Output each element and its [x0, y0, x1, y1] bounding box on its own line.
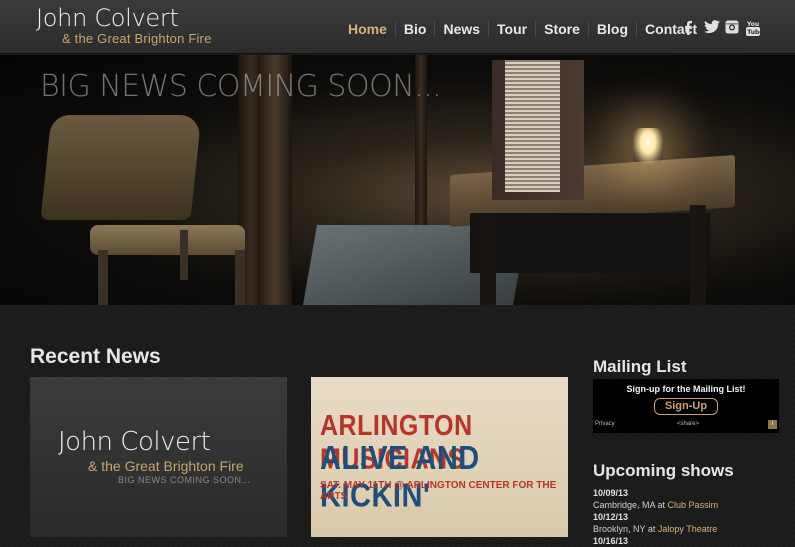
news-card-tag: BIG NEWS COMING SOON...	[118, 475, 251, 485]
hero-chair-seat	[90, 225, 245, 255]
news-card-subtitle: & the Great Brighton Fire	[88, 458, 244, 474]
facebook-icon[interactable]	[683, 20, 699, 36]
hero-table-leg	[480, 215, 496, 305]
nav-item-tour[interactable]: Tour	[489, 21, 537, 37]
recent-news-title: Recent News	[30, 345, 161, 368]
site-logo-subtitle[interactable]: & the Great Brighton Fire	[62, 31, 212, 46]
hero-chair-back	[40, 115, 202, 220]
nav-item-news[interactable]: News	[435, 21, 490, 37]
mailing-list-widget: Sign-up for the Mailing List! Sign-Up Pr…	[593, 379, 779, 433]
instagram-icon[interactable]	[725, 20, 741, 36]
nav-item-blog[interactable]: Blog	[589, 21, 638, 37]
hero-candle	[633, 128, 663, 164]
main-nav: Home Bio News Tour Store Blog Contact	[340, 19, 705, 39]
poster-line-3: SAT. MAY 11TH @ ARLINGTON CENTER FOR THE…	[320, 480, 557, 502]
hero-headline: BIG NEWS COMING SOON...	[40, 69, 442, 104]
signup-button[interactable]: Sign-Up	[654, 398, 718, 415]
hero-banner[interactable]: BIG NEWS COMING SOON...	[0, 55, 795, 305]
news-card[interactable]: John Colvert & the Great Brighton Fire B…	[30, 377, 287, 537]
show-date: 10/12/13	[593, 512, 629, 522]
news-card[interactable]: ARLINGTON MUSICIANS ALIVE AND KICKIN' SA…	[311, 377, 568, 537]
svg-text:Tube: Tube	[747, 29, 760, 36]
upcoming-shows-title: Upcoming shows	[593, 461, 734, 480]
hero-burlap	[505, 60, 560, 192]
show-venue-link[interactable]: Jalopy Theatre	[658, 524, 717, 534]
hero-table-apron	[470, 213, 710, 273]
main-content: Recent News John Colvert & the Great Bri…	[0, 305, 795, 547]
show-date: 10/16/13	[593, 536, 629, 546]
site-logo-title[interactable]: John Colvert	[36, 4, 179, 32]
show-date: 10/09/13	[593, 488, 629, 498]
show-location-text: Cambridge, MA at	[593, 500, 666, 510]
twitter-icon[interactable]	[704, 20, 720, 36]
nav-item-bio[interactable]: Bio	[396, 21, 436, 37]
info-icon[interactable]: i	[768, 420, 777, 429]
youtube-icon[interactable]: YouTube	[746, 20, 763, 36]
nav-item-home[interactable]: Home	[340, 21, 396, 37]
hero-table-leg	[690, 205, 706, 305]
show-location: Cambridge, MA at Club Passim	[593, 500, 718, 510]
privacy-link[interactable]: Privacy	[595, 421, 615, 427]
show-location: Brooklyn, NY at Jalopy Theatre	[593, 524, 717, 534]
share-link[interactable]: <share>	[677, 421, 699, 427]
show-location-text: Brooklyn, NY at	[593, 524, 656, 534]
hero-chair-leg	[180, 230, 188, 280]
hero-chair-leg	[235, 250, 245, 305]
svg-text:You: You	[746, 21, 759, 28]
social-links: YouTube	[683, 20, 763, 36]
mailing-list-heading: Sign-up for the Mailing List!	[626, 384, 746, 394]
hero-chair-leg	[98, 250, 108, 305]
show-venue-link[interactable]: Club Passim	[668, 500, 719, 510]
news-card-title: John Colvert	[58, 427, 211, 457]
nav-item-store[interactable]: Store	[536, 21, 589, 37]
poster-line-2: ALIVE AND KICKIN'	[320, 440, 480, 515]
mailing-list-title: Mailing List	[593, 357, 687, 376]
site-header: John Colvert & the Great Brighton Fire H…	[0, 0, 795, 54]
